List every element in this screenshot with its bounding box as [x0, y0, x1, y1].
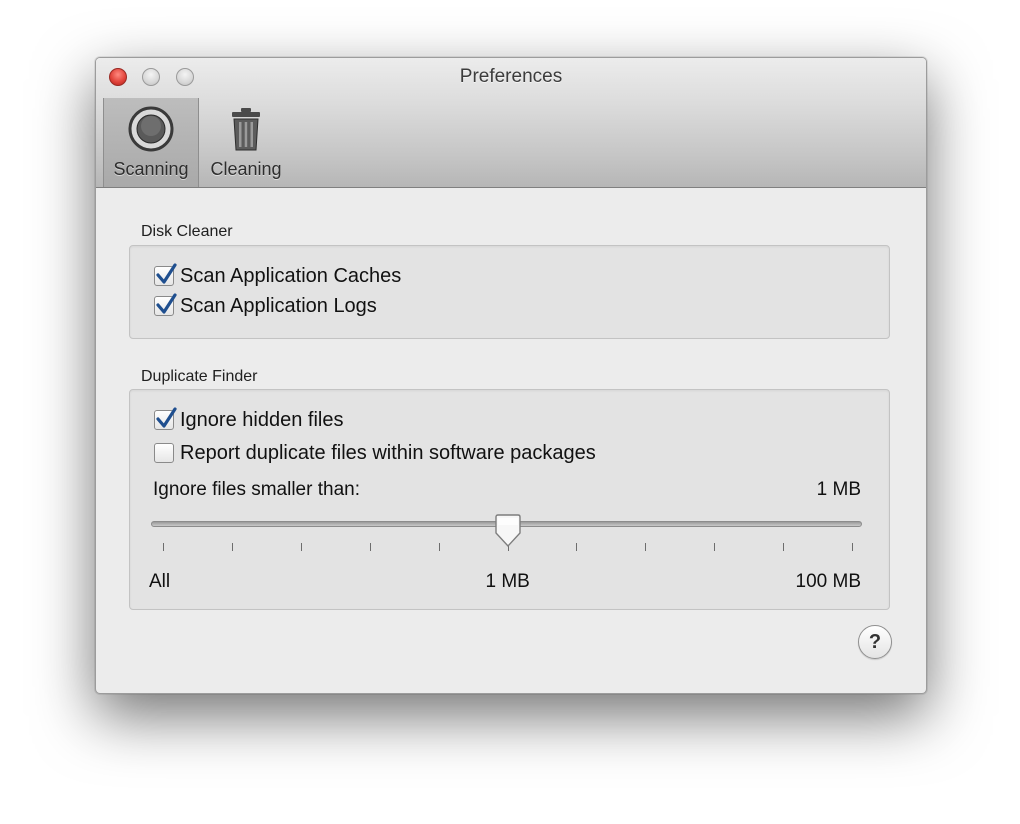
scan-caches-checkbox[interactable]	[154, 263, 177, 286]
scan-logs-option[interactable]: Scan Application Logs	[154, 292, 377, 320]
help-button[interactable]: ?	[858, 625, 892, 659]
preferences-window: Preferences Scanning Cleaning Disk Clean…	[95, 57, 927, 694]
tab-scanning[interactable]: Scanning	[103, 98, 199, 187]
trash-icon	[232, 108, 260, 151]
tab-scanning-label: Scanning	[113, 159, 189, 179]
slider-tick	[163, 543, 164, 551]
scan-caches-option[interactable]: Scan Application Caches	[154, 262, 401, 290]
checkmark-icon	[156, 293, 177, 314]
duplicate-finder-group: Ignore hidden files Report duplicate fil…	[129, 389, 890, 610]
disk-cleaner-group: Scan Application Caches Scan Application…	[129, 245, 890, 339]
slider-mid-label: 1 MB	[485, 571, 530, 592]
slider-tick	[300, 543, 302, 551]
tab-cleaning-label: Cleaning	[210, 159, 282, 179]
slider-tick	[714, 543, 716, 551]
slider-max-label: 100 MB	[795, 571, 861, 592]
size-threshold-label: Ignore files smaller than:	[153, 479, 360, 500]
slider-tick	[576, 543, 578, 551]
scan-logs-checkbox[interactable]	[154, 293, 177, 316]
scan-logs-label: Scan Application Logs	[180, 294, 377, 317]
slider-tick	[852, 543, 853, 551]
slider-tick	[231, 543, 233, 551]
scan-caches-label: Scan Application Caches	[180, 264, 402, 287]
slider-tick	[783, 543, 785, 551]
report-duplicates-checkbox[interactable]	[154, 443, 174, 463]
ignore-hidden-option[interactable]: Ignore hidden files	[154, 406, 343, 434]
checkmark-icon	[156, 407, 177, 428]
size-threshold-value: 1 MB	[816, 479, 861, 500]
checkmark-icon	[156, 263, 177, 284]
disk-cleaner-title: Disk Cleaner	[141, 223, 233, 240]
report-duplicates-option[interactable]: Report duplicate files within software p…	[154, 439, 596, 467]
ignore-hidden-checkbox[interactable]	[154, 407, 177, 430]
slider-tick	[645, 543, 647, 551]
slider-tick	[369, 543, 371, 551]
window-title: Preferences	[459, 66, 563, 87]
ignore-hidden-label: Ignore hidden files	[180, 408, 344, 431]
slider-tick	[438, 543, 440, 551]
title-bar: Preferences Scanning Cleaning	[96, 58, 926, 188]
report-duplicates-label: Report duplicate files within software p…	[180, 441, 596, 464]
duplicate-finder-title: Duplicate Finder	[141, 368, 258, 385]
slider-min-label: All	[149, 571, 171, 592]
size-slider-thumb[interactable]	[493, 514, 523, 548]
scanning-icon	[128, 106, 174, 152]
tab-cleaning[interactable]: Cleaning	[200, 98, 292, 187]
